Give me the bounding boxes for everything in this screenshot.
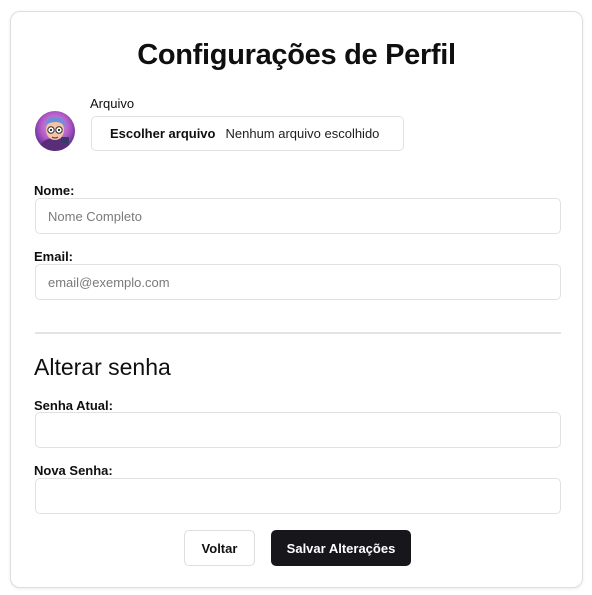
file-label: Arquivo [90, 96, 135, 111]
section-divider [35, 332, 561, 334]
new-password-label: Nova Senha: [34, 463, 113, 478]
name-input[interactable] [35, 198, 561, 234]
choose-file-button[interactable]: Escolher arquivo [92, 126, 225, 141]
name-label: Nome: [34, 183, 75, 198]
email-input[interactable] [35, 264, 561, 300]
avatar-illustration-icon [35, 111, 75, 151]
current-password-input[interactable] [35, 412, 561, 448]
file-status-text: Nenhum arquivo escolhido [225, 126, 380, 141]
password-section-title: Alterar senha [34, 354, 171, 380]
page-title: Configurações de Perfil [137, 39, 456, 71]
avatar [35, 111, 75, 151]
profile-settings-card: Configurações de Perfil Arquivo Escolher… [10, 11, 583, 588]
save-changes-button[interactable]: Salvar Alterações [271, 530, 411, 566]
new-password-input[interactable] [35, 478, 561, 514]
back-button[interactable]: Voltar [184, 530, 255, 566]
email-label: Email: [34, 249, 74, 264]
file-input[interactable]: Escolher arquivo Nenhum arquivo escolhid… [91, 116, 404, 151]
